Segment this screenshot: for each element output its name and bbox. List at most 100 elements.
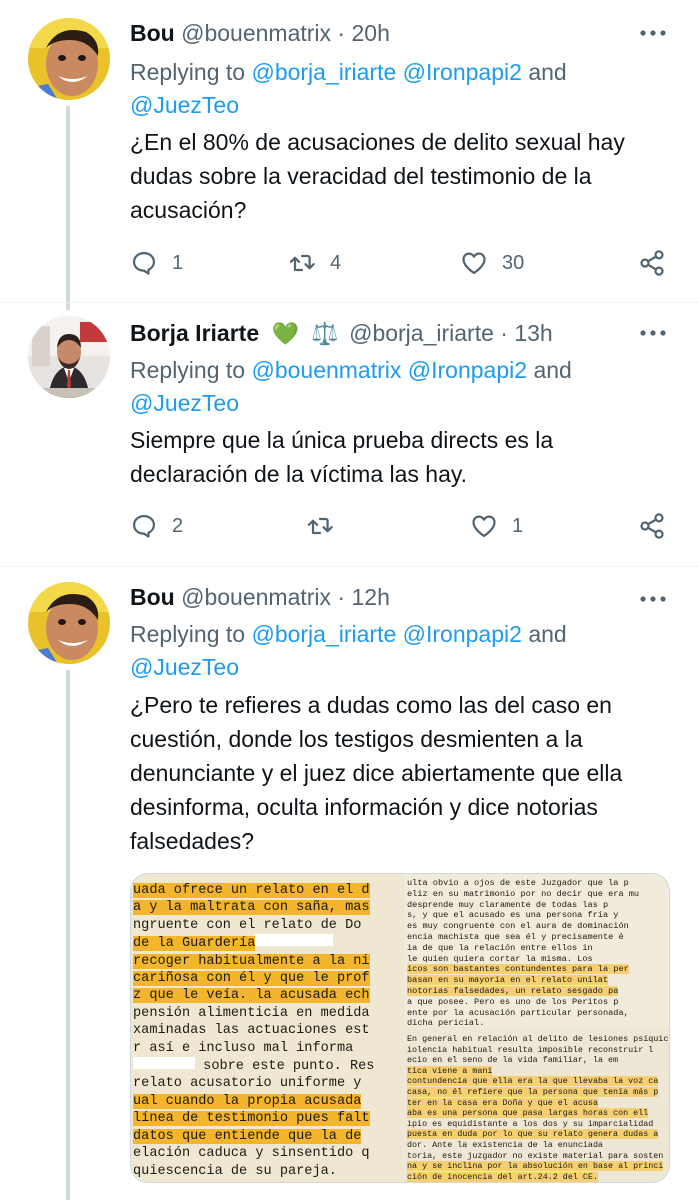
document-page-right-bottom: En general en relación al delito de lesi…: [405, 1028, 669, 1182]
doc-line: basan en su mayoría en el relato unilat: [407, 975, 609, 986]
replying-prefix: Replying to: [130, 357, 246, 383]
text-line: denunciante y el juez dice abiertamente …: [130, 760, 623, 786]
doc-line: uada ofrece un relato en el d: [133, 883, 370, 898]
doc-line: sobre este punto. Res: [195, 1059, 375, 1075]
timestamp[interactable]: 13h: [514, 320, 552, 346]
separator-dot: ·: [337, 20, 346, 46]
doc-line: toria, este juzgador no existe material …: [407, 1150, 664, 1161]
mention-link[interactable]: @borja_iriarte: [251, 621, 396, 647]
replying-to: Replying to @bouenmatrix @Ironpapi2 and …: [130, 354, 610, 420]
doc-line: ter en la casa era Doña y que el acusa: [407, 1097, 598, 1108]
doc-line: elación caduca y sinsentido q: [133, 1146, 370, 1162]
avatar[interactable]: [28, 582, 110, 664]
doc-line: ente por la acusación particular persona…: [407, 1007, 629, 1018]
display-name[interactable]: Bou: [130, 584, 175, 610]
doc-line: es muy congruente con el aura de dominac…: [407, 921, 629, 932]
action-bar: 2 1: [130, 506, 670, 546]
tweet-header: Borja Iriarte 💚 ⚖️ @borja_iriarte · 13h: [130, 320, 553, 347]
reply-icon: [132, 514, 156, 538]
doc-line: icos son bastantes contundentes para la …: [407, 964, 629, 975]
tweet-2[interactable]: Borja Iriarte 💚 ⚖️ @borja_iriarte · 13h …: [0, 300, 698, 570]
share-icon: [640, 250, 664, 276]
doc-line: r así e incluso mal informa: [133, 1040, 354, 1056]
thread-line: [66, 106, 70, 310]
like-button[interactable]: 30: [460, 243, 524, 283]
share-button[interactable]: [638, 506, 666, 546]
text-line: acusación?: [130, 197, 247, 223]
retweet-button[interactable]: 4: [288, 243, 341, 283]
doc-line: ulta obvio a ojos de este Juzgador que l…: [407, 878, 629, 888]
tweet-text: ¿Pero te refieres a dudas como las del c…: [130, 688, 670, 858]
mention-link[interactable]: @Ironpapi2: [403, 621, 522, 647]
doc-line: casa, no él refiere que la persona que t…: [407, 1086, 659, 1097]
mention-link[interactable]: @JuezTeo: [130, 390, 239, 416]
text-line: Siempre que la única prueba directs es l…: [130, 427, 554, 453]
user-handle[interactable]: @bouenmatrix: [181, 584, 331, 610]
scales-icon: ⚖️: [311, 321, 339, 346]
document-page-left: uada ofrece un relato en el d a y la mal…: [131, 874, 403, 1182]
display-name[interactable]: Borja Iriarte: [130, 320, 259, 346]
user-handle[interactable]: @borja_iriarte: [349, 320, 494, 346]
avatar-photo: [28, 582, 110, 664]
timestamp[interactable]: 12h: [351, 584, 389, 610]
separator-dot: ·: [500, 320, 508, 346]
avatar-photo: [28, 316, 110, 398]
reply-icon: [132, 251, 156, 275]
timestamp[interactable]: 20h: [351, 20, 389, 46]
tweet-text: ¿En el 80% de acusaciones de delito sexu…: [130, 125, 670, 227]
mention-link[interactable]: @JuezTeo: [130, 92, 239, 118]
redaction: [133, 1057, 195, 1070]
tweet-1[interactable]: Bou @bouenmatrix · 20h Replying to @borj…: [0, 0, 698, 310]
doc-line: le quien quiera cortar la misma. Los: [407, 953, 593, 964]
share-button[interactable]: [638, 243, 666, 283]
doc-line: contundencia que ella era la que llevaba…: [407, 1076, 659, 1087]
mention-link[interactable]: @borja_iriarte: [251, 59, 396, 85]
like-button[interactable]: 1: [470, 506, 523, 546]
doc-line: línea de testimonio pues falt: [133, 1111, 370, 1127]
thread-line: [66, 670, 70, 1200]
mention-link[interactable]: @bouenmatrix: [251, 357, 401, 383]
mention-link[interactable]: @Ironpapi2: [408, 357, 527, 383]
mention-and: and: [533, 357, 572, 383]
mention-and: and: [528, 621, 567, 647]
more-options-icon[interactable]: [636, 18, 670, 48]
doc-line: puesta en duda por lo que su relato gene…: [407, 1129, 659, 1140]
replying-prefix: Replying to: [130, 621, 246, 647]
text-line: declaración de la víctima las hay.: [130, 461, 468, 487]
reply-button[interactable]: 2: [130, 506, 183, 546]
doc-line: ción de inocencia del art.24.2 del CE.: [407, 1171, 598, 1182]
retweet-count: 4: [330, 251, 342, 274]
avatar-photo: [28, 18, 110, 100]
user-handle[interactable]: @bouenmatrix: [181, 20, 331, 46]
doc-line: notorias falsedades, un relato sesgado p…: [407, 985, 619, 996]
doc-line: dor. Ante la existencia de la enunciada: [407, 1139, 604, 1150]
text-line: ¿En el 80% de acusaciones de delito sexu…: [130, 129, 625, 155]
mention-link[interactable]: @JuezTeo: [130, 654, 239, 680]
more-options-icon[interactable]: [636, 584, 670, 614]
doc-line: a y la maltrata con saña, mas: [133, 900, 370, 916]
retweet-button[interactable]: [306, 506, 348, 546]
display-name[interactable]: Bou: [130, 20, 175, 46]
mention-link[interactable]: @Ironpapi2: [403, 59, 522, 85]
avatar[interactable]: [28, 18, 110, 100]
reply-button[interactable]: 1: [130, 243, 183, 283]
attached-image[interactable]: uada ofrece un relato en el d a y la mal…: [130, 873, 670, 1183]
retweet-icon: [307, 517, 333, 535]
separator-dot: ·: [337, 584, 346, 610]
doc-line: na y se inclina por la absolución en bas…: [407, 1161, 664, 1172]
text-line: cuestión, donde los testigos desmienten …: [130, 726, 583, 752]
replying-to: Replying to @borja_iriarte @Ironpapi2 an…: [130, 618, 610, 684]
doc-line: encia machista que sea él y precisamente…: [407, 931, 624, 942]
doc-line: ngruente con el relato de Do: [133, 917, 362, 933]
like-count: 30: [502, 251, 525, 274]
more-options-icon[interactable]: [636, 318, 670, 348]
doc-line: a que posee. Pero es uno de los Peritos …: [407, 996, 619, 1007]
replying-prefix: Replying to: [130, 59, 246, 85]
avatar[interactable]: [28, 316, 110, 398]
doc-line: de la Guardería: [133, 936, 256, 952]
doc-line: cariñosa con él y que le prof: [133, 971, 370, 987]
retweet-icon: [289, 254, 315, 272]
doc-line: ipio es equidistante a los dos y su impa…: [407, 1118, 654, 1129]
doc-line: ecio en el seno de la vida familiar, la …: [407, 1055, 619, 1066]
text-line: dudas sobre la veracidad del testimonio …: [130, 163, 592, 189]
